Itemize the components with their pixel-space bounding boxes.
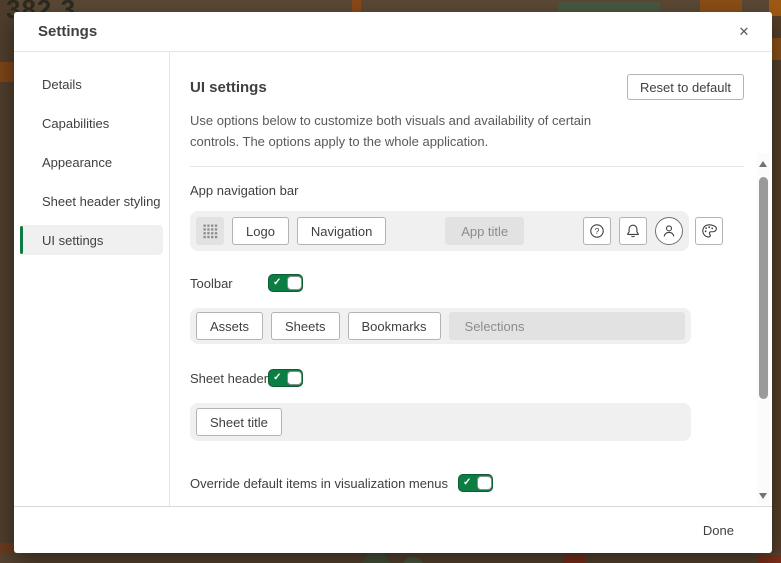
done-button[interactable]: Done	[693, 517, 744, 544]
sidebar-item-details[interactable]: Details	[20, 69, 163, 99]
app-launcher-grid-icon[interactable]	[196, 217, 224, 245]
settings-sidebar: Details Capabilities Appearance Sheet he…	[14, 52, 170, 506]
ui-settings-panel: UI settings Reset to default Use options…	[170, 52, 772, 506]
backdrop-top-orange-block	[700, 0, 742, 12]
sheet-header-toggle[interactable]: ✓	[268, 369, 304, 387]
sidebar-item-label: Capabilities	[42, 115, 110, 131]
navigation-button[interactable]: Navigation	[296, 217, 387, 245]
app-navigation-preview-bar: Logo Navigation App title ?	[190, 211, 689, 251]
bookmarks-button[interactable]: Bookmarks	[347, 312, 441, 340]
override-label: Override default items in visualization …	[190, 475, 448, 491]
theme-picker-button[interactable]	[695, 217, 723, 245]
user-profile-button[interactable]	[655, 217, 683, 245]
sheet-header-preview-bar: Sheet title	[190, 403, 691, 441]
close-button[interactable]: ✕	[732, 20, 756, 44]
help-button[interactable]: ?	[583, 217, 611, 245]
sidebar-item-ui-settings[interactable]: UI settings	[20, 225, 163, 255]
sheet-header-label: Sheet header	[190, 370, 269, 386]
sheet-header-toggle-row: Sheet header ✓	[190, 369, 744, 387]
content-scrollbar[interactable]	[757, 153, 770, 505]
svg-text:?: ?	[595, 226, 600, 236]
panel-header: UI settings Reset to default	[190, 74, 744, 100]
scroll-down-icon[interactable]	[759, 493, 767, 499]
dialog-footer: Done	[14, 506, 772, 553]
backdrop-top-orange-bar	[352, 0, 361, 12]
override-toggle[interactable]: ✓	[457, 474, 493, 492]
sheet-title-button[interactable]: Sheet title	[196, 408, 282, 436]
app-title-placeholder: App title	[445, 217, 525, 245]
reset-to-default-button[interactable]: Reset to default	[626, 74, 744, 100]
scrollbar-thumb[interactable]	[759, 177, 768, 399]
notifications-button[interactable]	[619, 217, 647, 245]
toggle-knob	[287, 276, 302, 290]
override-toggle-row: Override default items in visualization …	[190, 474, 744, 492]
sheets-button[interactable]: Sheets	[271, 312, 340, 340]
section-divider	[190, 166, 744, 167]
toggle-knob	[287, 371, 303, 385]
sidebar-item-capabilities[interactable]: Capabilities	[20, 108, 163, 138]
panel-title: UI settings	[190, 78, 267, 96]
sidebar-item-appearance[interactable]: Appearance	[20, 147, 163, 177]
sidebar-item-label: Details	[42, 76, 82, 92]
sidebar-item-label: Appearance	[42, 154, 113, 170]
help-icon: ?	[590, 224, 604, 238]
backdrop-bottom-red-block-1	[563, 555, 585, 563]
panel-description: Use options below to customize both visu…	[190, 113, 592, 149]
sidebar-item-label: UI settings	[42, 232, 104, 248]
toolbar-label: Toolbar	[190, 275, 233, 291]
assets-button[interactable]: Assets	[196, 312, 264, 340]
dialog-header: Settings ✕	[14, 12, 772, 52]
selections-placeholder: Selections	[448, 312, 685, 340]
app-navigation-preview-row: Logo Navigation App title ?	[190, 211, 723, 251]
backdrop-left-orange-block	[0, 62, 14, 82]
backdrop-top-green-block	[558, 2, 660, 12]
toolbar-toggle[interactable]: ✓	[268, 274, 303, 292]
sidebar-item-sheet-header-styling[interactable]: Sheet header styling	[20, 186, 163, 216]
active-indicator	[20, 226, 23, 254]
backdrop-bottom-red-block-2	[757, 555, 781, 563]
close-icon: ✕	[738, 23, 750, 39]
logo-button[interactable]: Logo	[232, 217, 289, 245]
grid-icon	[203, 224, 217, 238]
backdrop-bottom-strip	[0, 553, 781, 563]
settings-dialog: Settings ✕ Details Capabilities Appearan…	[14, 12, 772, 553]
toggle-knob	[476, 476, 492, 490]
person-icon	[663, 225, 675, 237]
dialog-body: Details Capabilities Appearance Sheet he…	[14, 52, 772, 506]
bell-icon	[627, 224, 639, 238]
check-icon: ✓	[462, 477, 472, 488]
palette-icon	[702, 224, 717, 238]
dialog-title: Settings	[38, 23, 98, 40]
toolbar-preview-bar: Assets Sheets Bookmarks Selections	[190, 308, 691, 344]
toolbar-toggle-row: Toolbar ✓	[190, 274, 744, 292]
check-icon: ✓	[273, 277, 282, 288]
backdrop-left-strip	[0, 0, 14, 563]
scroll-up-icon[interactable]	[759, 161, 767, 167]
check-icon: ✓	[273, 372, 282, 383]
app-navigation-bar-label: App navigation bar	[190, 183, 299, 198]
sidebar-item-label: Sheet header styling	[42, 193, 161, 209]
